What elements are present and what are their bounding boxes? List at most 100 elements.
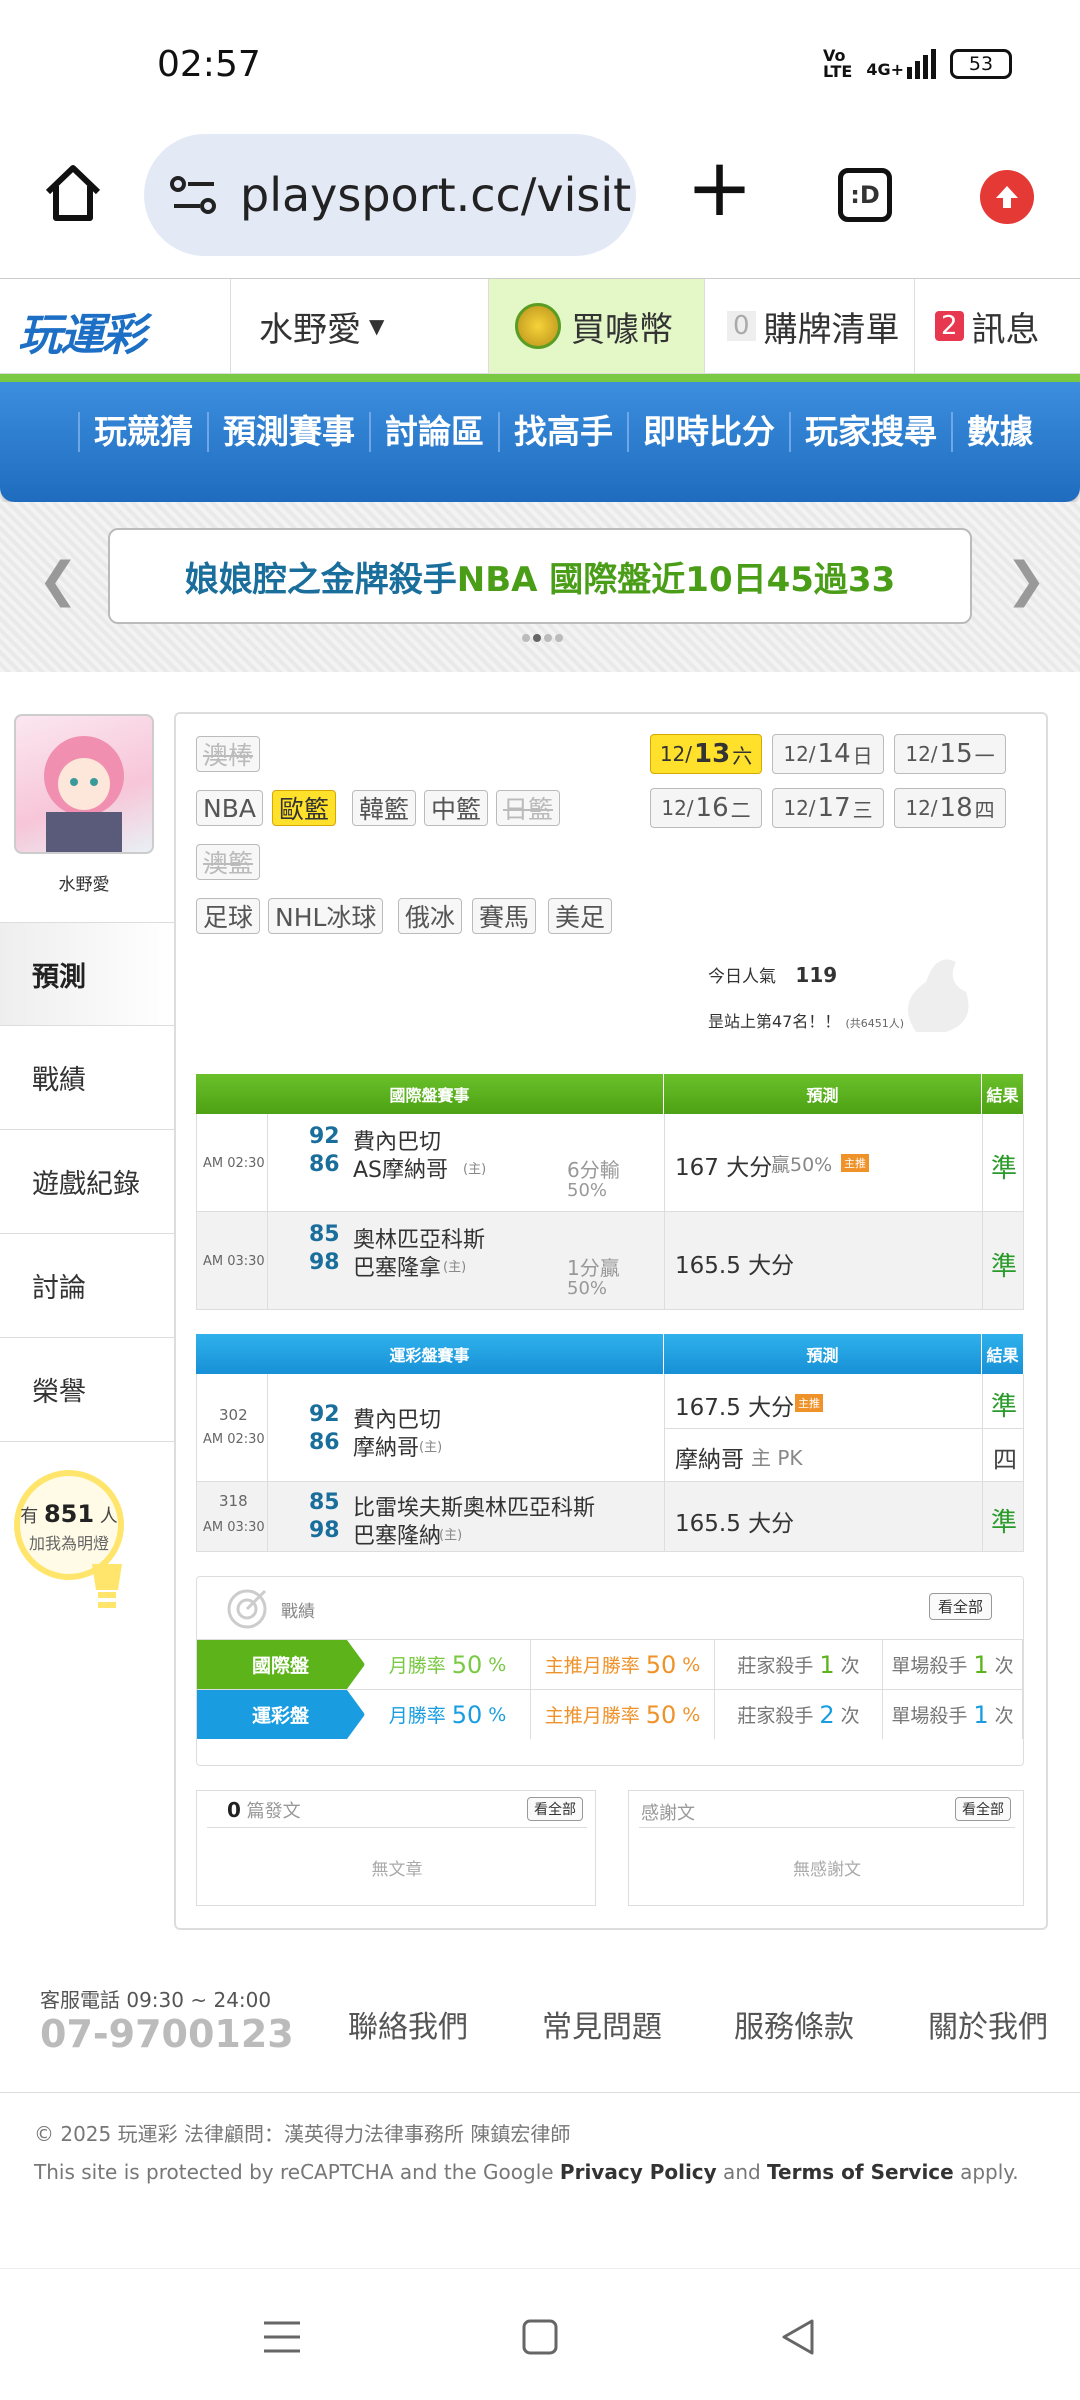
next-arrow-icon[interactable]: ❯ (1006, 552, 1046, 608)
posts-box: 0 篇發文 看全部 無文章 (196, 1790, 596, 1906)
sport-tag[interactable]: NBA (196, 790, 263, 826)
back-icon[interactable] (778, 2317, 818, 2357)
sidebar-item[interactable]: 榮譽 (0, 1338, 174, 1442)
posts-viewall-button[interactable]: 看全部 (527, 1797, 583, 1821)
site-logo[interactable]: 玩運彩 (18, 299, 146, 363)
record-row: 運彩盤 月勝率 50% 主推月勝率 50% 莊家殺手 2 次單場殺手 1 次 (197, 1689, 1023, 1739)
sport-tag[interactable]: 足球 (196, 898, 261, 934)
menu-icon[interactable] (262, 2319, 302, 2355)
sport-tag[interactable]: 日籃 (496, 790, 561, 826)
home-mark: (主) (463, 1162, 487, 1177)
sport-tag[interactable]: 歐籃 (272, 790, 337, 826)
game-no: 318 (219, 1492, 248, 1510)
system-nav-bar (0, 2268, 1080, 2400)
sport-tag[interactable]: 美足 (548, 898, 613, 934)
copyright: © 2025 玩運彩 法律顧問：漢英得力法律事務所 陳鎮宏律師 (34, 2122, 571, 2146)
browser-toolbar: playsport.cc/visit + :D (0, 130, 1080, 278)
status-bar: 02:57 Vo LTE 4G+ 53 (0, 0, 1080, 130)
nav-item[interactable]: 玩競猜 (78, 412, 207, 452)
result: 準 (991, 1508, 1018, 1538)
banner-slide[interactable]: 娘娘腔之金牌殺手 NBA 國際盤近10日45過33 (108, 528, 972, 624)
nav-item[interactable]: 即時比分 (627, 412, 789, 452)
away-score: 92 (309, 1124, 340, 1149)
table-header: 國際盤賽事 預測 結果 (196, 1074, 1024, 1114)
message-count: 2 (935, 311, 964, 341)
prev-arrow-icon[interactable]: ❮ (38, 552, 78, 608)
privacy-link[interactable]: Privacy Policy (560, 2160, 717, 2184)
nav-item[interactable]: 找高手 (498, 412, 627, 452)
new-tab-button[interactable]: + (686, 148, 753, 228)
sidebar-item[interactable]: 遊戲紀錄 (0, 1130, 174, 1234)
date-tab[interactable]: 12/16 二 (650, 788, 762, 828)
nav-item[interactable]: 預測賽事 (207, 412, 369, 452)
rank-text: 昰站上第47名！！ (共6451人) (708, 1012, 905, 1031)
nav-item[interactable]: 數據 (951, 412, 1047, 452)
date-tab[interactable]: 12/14 日 (772, 734, 884, 774)
prediction: 摩納哥 (675, 1447, 744, 1473)
footer-link[interactable]: 常見問題 (542, 2002, 662, 2046)
address-bar[interactable]: playsport.cc/visit (144, 134, 636, 256)
result: 準 (991, 1252, 1018, 1282)
result: 準 (991, 1392, 1018, 1422)
tabs-button[interactable]: :D (838, 168, 892, 222)
record-row: 國際盤 月勝率 50% 主推月勝率 50% 莊家殺手 1 次單場殺手 1 次 (197, 1639, 1023, 1689)
user-menu[interactable]: 水野愛 ▼ (230, 279, 488, 373)
avatar-image (44, 736, 124, 852)
sidebar-item[interactable]: 戰績 (0, 1026, 174, 1130)
sport-tag[interactable]: 中籃 (424, 790, 489, 826)
table-header-cell: 運彩盤賽事 (196, 1334, 664, 1374)
home-score: 86 (309, 1430, 340, 1455)
sport-tag[interactable]: 韓籃 (352, 790, 417, 826)
nav-item[interactable]: 玩家搜尋 (789, 412, 951, 452)
popularity: 今日人氣 119 (708, 963, 838, 987)
sport-tag[interactable]: 澳籃 (196, 844, 261, 880)
date-tab[interactable]: 12/13 六 (650, 734, 762, 774)
spread-text: 1分贏 (567, 1256, 620, 1280)
avatar[interactable] (14, 714, 154, 854)
banner-carousel: ❮ 娘娘腔之金牌殺手 NBA 國際盤近10日45過33 ❯ (0, 502, 1080, 672)
record-viewall-button[interactable]: 看全部 (929, 1593, 993, 1620)
col-divider (664, 1212, 665, 1310)
home-nav-icon[interactable] (520, 2317, 560, 2357)
sidebar-item[interactable]: 討論 (0, 1234, 174, 1338)
table-row: AM 03:30 85 奧林匹亞科斯 98 巴塞隆拿 (主) 1分贏 50% 165.5 大分準 (196, 1212, 1024, 1310)
coin-icon (515, 303, 561, 349)
footer-link[interactable]: 服務條款 (734, 2002, 854, 2046)
clock: 02:57 (157, 44, 261, 85)
home-icon[interactable] (40, 160, 106, 226)
date-tab[interactable]: 12/17 三 (772, 788, 884, 828)
away-score: 92 (309, 1402, 340, 1427)
update-button[interactable] (980, 170, 1034, 224)
nav-item[interactable]: 討論區 (369, 412, 498, 452)
record-cell: 主推月勝率 50% (531, 1690, 715, 1739)
footer-link[interactable]: 聯絡我們 (348, 2002, 468, 2046)
sport-tag[interactable]: 澳棒 (196, 736, 261, 772)
home-score: 86 (309, 1152, 340, 1177)
footer-link[interactable]: 關於我們 (928, 2002, 1048, 2046)
terms-link[interactable]: Terms of Service (767, 2160, 954, 2184)
date-tab[interactable]: 12/15 一 (894, 734, 1006, 774)
messages-link[interactable]: 2 訊息 (914, 279, 1080, 373)
caret-down-icon: ▼ (369, 314, 385, 338)
record-cell: 主推月勝率 50% (531, 1640, 715, 1689)
table-header-cell: 國際盤賽事 (196, 1074, 664, 1114)
battery-icon: 53 (950, 49, 1012, 79)
date-tab[interactable]: 12/18 四 (894, 788, 1006, 828)
home-mark: (主) (443, 1260, 467, 1275)
prediction: 167.5 大分 (675, 1395, 795, 1421)
sport-tag[interactable]: 賽馬 (472, 898, 537, 934)
cart-link[interactable]: 0 購牌清單 (704, 279, 914, 373)
record-cell: 單場殺手 1 次 (883, 1640, 1023, 1689)
recaptcha-notice: This site is protected by reCAPTCHA and … (34, 2160, 1019, 2184)
spread-pct: 50% (567, 1278, 608, 1299)
thanks-viewall-button[interactable]: 看全部 (955, 1797, 1011, 1821)
game-time: AM 03:30 (203, 1520, 265, 1535)
prediction-panel: 澳棒 NBA 歐籃 韓籃 中籃 日籃澳籃足球 NHL冰球 俄冰 賽馬 美足 12/13 六 12/14… (174, 712, 1048, 1930)
sidebar-item[interactable]: 預測 (0, 922, 174, 1026)
buy-coin-button[interactable]: 買噱幣 (488, 279, 704, 373)
sport-tag[interactable]: 俄冰 (398, 898, 463, 934)
home-team: AS摩納哥 (353, 1158, 449, 1183)
site-settings-icon[interactable] (170, 176, 218, 216)
home-team: 摩納哥 (353, 1436, 420, 1461)
sport-tag[interactable]: NHL冰球 (268, 898, 384, 934)
